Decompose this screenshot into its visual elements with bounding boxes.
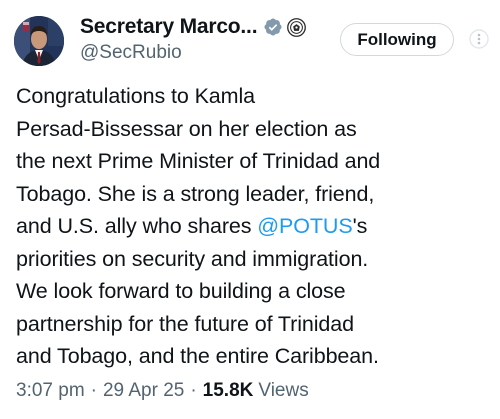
author-display-name[interactable]: Secretary Marco... — [80, 15, 258, 39]
tweet-text-line: We look forward to building a close — [16, 275, 494, 308]
tweet-text-line: and U.S. ally who shares @POTUS's — [16, 210, 494, 243]
tweet-text-line: partnership for the future of Trinidad — [16, 308, 494, 341]
avatar[interactable] — [14, 16, 64, 66]
meta-separator: · — [190, 380, 197, 401]
tweet-date[interactable]: 29 Apr 25 — [103, 380, 184, 402]
text-segment: 's — [352, 214, 368, 238]
views-count[interactable]: 15.8K — [203, 380, 254, 402]
tweet-time[interactable]: 3:07 pm — [16, 380, 85, 402]
potus-mention-link[interactable]: @POTUS — [257, 214, 352, 238]
profile-photo-icon — [14, 16, 64, 66]
text-segment: Tobago. She is a strong leader, friend, — [16, 181, 375, 206]
text-segment: the next Prime Minister of Trinidad and — [16, 149, 381, 173]
views-label: Views — [258, 380, 309, 401]
meta-separator: · — [90, 380, 97, 401]
state-department-seal-icon[interactable] — [287, 17, 307, 37]
tweet-text-line: Congratulations to Kamla — [16, 80, 494, 113]
text-segment: We look forward to building a close — [16, 279, 346, 303]
tweet-meta: 3:07 pm · 29 Apr 25 · 15.8K Views — [16, 380, 309, 402]
tweet-card: Secretary Marco... @SecRubio Following C… — [0, 0, 500, 419]
more-options-icon[interactable] — [468, 28, 490, 50]
text-segment: Persad-Bissessar on her election as — [16, 116, 357, 141]
tweet-text-line: the next Prime Minister of Trinidad and — [16, 145, 494, 178]
author-name-row: Secretary Marco... — [80, 12, 307, 42]
author-handle[interactable]: @SecRubio — [80, 42, 182, 64]
text-segment: partnership for the future of Trinidad — [16, 311, 355, 336]
verified-badge-icon[interactable] — [263, 17, 283, 37]
following-button[interactable]: Following — [340, 23, 454, 56]
text-segment: and U.S. ally who shares — [16, 214, 258, 238]
tweet-text-line: and Tobago, and the entire Caribbean. — [16, 340, 494, 373]
tweet-text: Congratulations to Kamla Persad-Bissessa… — [16, 80, 494, 373]
text-segment: priorities on security and immigration. — [16, 246, 369, 271]
text-segment: Congratulations to Kamla — [16, 84, 256, 108]
text-segment: and Tobago, and the entire Caribbean. — [16, 344, 379, 368]
tweet-text-line: priorities on security and immigration. — [16, 243, 494, 276]
tweet-text-line: Persad-Bissessar on her election as — [16, 113, 494, 146]
tweet-text-line: Tobago. She is a strong leader, friend, — [16, 178, 494, 211]
